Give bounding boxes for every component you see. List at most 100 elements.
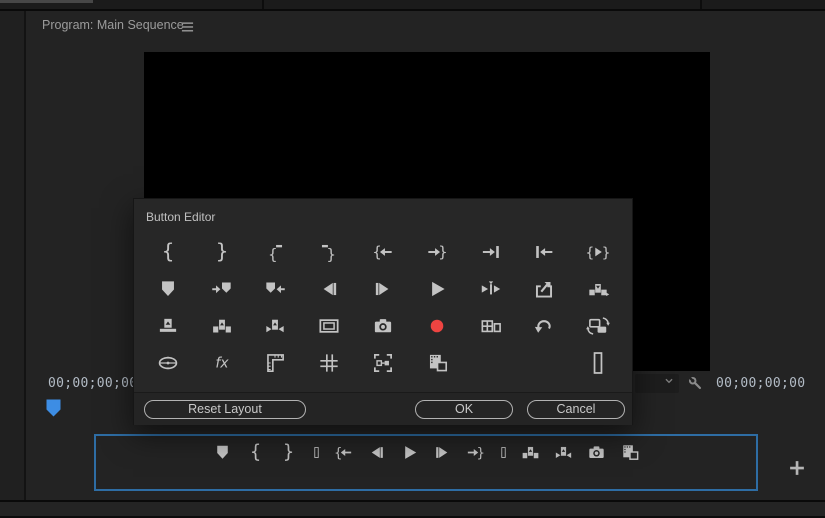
step-back-icon <box>372 447 383 458</box>
panel-menu-icon[interactable] <box>181 20 194 32</box>
drag-frames-button[interactable] <box>410 344 464 381</box>
current-timecode[interactable]: 00;00;00;00 <box>48 376 137 391</box>
play-around-icon <box>481 281 499 294</box>
ok-button[interactable]: OK <box>415 400 513 419</box>
export-button[interactable] <box>517 270 571 307</box>
multi-camera-view-icon <box>482 321 500 331</box>
go-to-previous-edit-button[interactable] <box>517 233 571 270</box>
drag-frames-icon <box>430 354 446 370</box>
mark-out-button[interactable]: } <box>195 233 249 270</box>
go-to-in-icon: { <box>372 242 391 260</box>
mark-out-icon: } <box>215 239 228 263</box>
dialog-title: Button Editor <box>146 210 215 224</box>
loop-button[interactable] <box>517 307 571 344</box>
rulers-button[interactable] <box>249 344 303 381</box>
reset-layout-button[interactable]: Reset Layout <box>144 400 306 419</box>
svg-text:}: } <box>283 442 295 463</box>
left-rail <box>0 11 26 500</box>
go-to-in-icon: { <box>334 446 351 461</box>
mark-out-button[interactable]: } <box>277 441 301 464</box>
mark-in-button[interactable]: { <box>141 233 195 270</box>
go-to-out-icon: } <box>468 446 485 461</box>
overwrite-button[interactable] <box>571 270 625 307</box>
step-forward-button[interactable] <box>356 270 410 307</box>
separator-button[interactable] <box>571 344 625 381</box>
go-to-next-marker-button[interactable] <box>195 270 249 307</box>
zoom-level-select[interactable] <box>635 374 679 393</box>
cancel-button[interactable]: Cancel <box>527 400 625 419</box>
comparison-view-button[interactable] <box>356 344 410 381</box>
step-back-button[interactable] <box>365 441 389 464</box>
separator-button[interactable] <box>497 441 510 464</box>
settings-wrench-icon[interactable] <box>685 374 707 394</box>
insert-button[interactable] <box>249 307 303 344</box>
play-in-to-out-button[interactable]: {} <box>571 233 625 270</box>
export-frame-icon <box>589 446 603 458</box>
export-frame-button[interactable] <box>585 441 609 464</box>
go-to-out-button[interactable]: } <box>464 441 488 464</box>
extract-button[interactable] <box>519 441 543 464</box>
add-marker-button[interactable] <box>211 441 235 464</box>
marker-icon[interactable] <box>46 399 61 417</box>
record-button[interactable] <box>410 307 464 344</box>
top-divider <box>0 0 93 3</box>
global-fx-mute-button[interactable]: fx <box>195 344 249 381</box>
add-marker-button[interactable] <box>141 270 195 307</box>
svg-text:}: } <box>327 245 337 263</box>
play-stop-icon <box>432 281 444 295</box>
chevron-down-icon <box>662 374 676 393</box>
insert-icon <box>267 319 284 332</box>
multi-camera-view-button[interactable] <box>464 307 518 344</box>
svg-text:{: { <box>586 245 595 261</box>
step-forward-icon <box>376 282 389 294</box>
go-to-in-button[interactable]: { <box>332 441 356 464</box>
guides-button[interactable] <box>302 344 356 381</box>
svg-text:{: { <box>268 245 278 263</box>
loop-icon <box>535 321 550 333</box>
step-forward-button[interactable] <box>431 441 455 464</box>
clear-in-button[interactable]: { <box>249 233 303 270</box>
separator-button[interactable] <box>310 441 323 464</box>
export-frame-button[interactable] <box>356 307 410 344</box>
lift-button[interactable] <box>141 307 195 344</box>
play-around-button[interactable] <box>464 270 518 307</box>
go-to-out-button[interactable]: } <box>410 233 464 270</box>
safe-margins-button[interactable] <box>302 307 356 344</box>
panel-divider <box>262 0 264 9</box>
transport-button-bar: {} {} <box>94 434 758 491</box>
go-to-in-button[interactable]: { <box>356 233 410 270</box>
add-marker-icon <box>217 446 228 459</box>
overwrite-icon <box>589 284 609 296</box>
go-to-next-edit-button[interactable] <box>464 233 518 270</box>
svg-text:{: { <box>161 239 174 263</box>
svg-text:}: } <box>438 242 448 260</box>
mark-out-icon: } <box>283 442 295 463</box>
separator-icon <box>314 448 317 458</box>
panel-title[interactable]: Program: Main Sequence <box>42 18 184 32</box>
mark-in-button[interactable]: { <box>244 441 268 464</box>
step-back-button[interactable] <box>302 270 356 307</box>
guides-icon <box>321 354 338 371</box>
empty-cell <box>464 344 518 381</box>
export-frame-icon <box>375 319 391 332</box>
clear-out-button[interactable]: } <box>302 233 356 270</box>
go-to-previous-marker-button[interactable] <box>249 270 303 307</box>
mark-in-icon: { <box>250 442 262 463</box>
global-fx-mute-icon: fx <box>215 355 229 371</box>
play-stop-button[interactable] <box>398 441 422 464</box>
empty-cell <box>517 344 571 381</box>
play-stop-icon <box>405 446 416 459</box>
svg-text:{: { <box>250 442 262 463</box>
extract-icon <box>523 447 539 458</box>
add-button[interactable] <box>786 457 808 479</box>
extract-button[interactable] <box>195 307 249 344</box>
rulers-icon <box>268 354 283 370</box>
toggle-proxies-button[interactable] <box>571 307 625 344</box>
clear-out-icon: } <box>322 244 336 263</box>
step-forward-icon <box>436 447 447 458</box>
svg-text:}: } <box>477 446 486 461</box>
vr-video-display-button[interactable] <box>141 344 195 381</box>
play-stop-button[interactable] <box>410 270 464 307</box>
insert-button[interactable] <box>552 441 576 464</box>
drag-frames-button[interactable] <box>618 441 642 464</box>
